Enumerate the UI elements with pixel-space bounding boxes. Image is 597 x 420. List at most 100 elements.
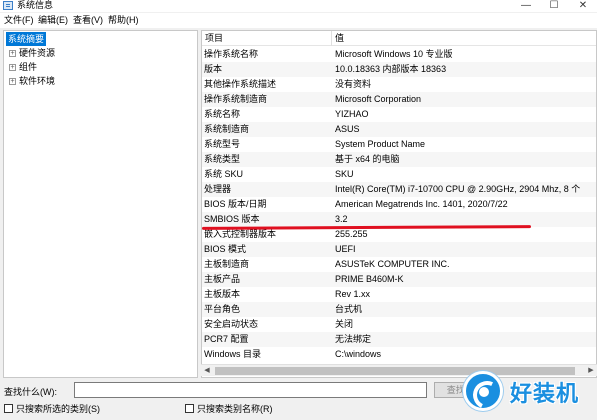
table-row[interactable]: 系统型号 System Product Name [202,137,596,152]
row-item-value: ASUS [335,124,360,134]
title-bar: 系统信息 — ☐ ✕ [0,0,597,12]
close-button[interactable]: ✕ [569,0,597,12]
maximize-button[interactable]: ☐ [540,0,568,12]
row-item-label: 其他操作系统描述 [204,79,277,89]
search-category-names-option[interactable]: 只搜索类别名称(R) [185,404,273,415]
tree-item-components[interactable]: + 组件 [9,60,37,74]
table-row[interactable]: 操作系统名称 Microsoft Windows 10 专业版 [202,47,596,62]
row-item-value: 10.0.18363 内部版本 18363 [335,64,447,74]
table-row[interactable]: 平台角色 台式机 [202,302,596,317]
table-row[interactable]: 主板制造商 ASUSTeK COMPUTER INC. [202,257,596,272]
row-item-label: 系统型号 [204,139,241,149]
table-row[interactable]: 版本 10.0.18363 内部版本 18363 [202,62,596,77]
column-divider[interactable] [331,31,332,46]
table-row[interactable]: Windows 目录 C:\windows [202,347,596,362]
watermark-logo-icon [463,371,503,411]
row-item-label: BIOS 版本/日期 [204,199,267,209]
find-input[interactable] [74,382,427,398]
row-item-value: Rev 1.xx [335,289,371,299]
plus-icon[interactable]: + [9,50,16,57]
tree-item-software-environment[interactable]: + 软件环境 [9,74,55,88]
row-item-label: 系统类型 [204,154,241,164]
tree-item-label: 硬件资源 [19,48,56,58]
row-item-label: 主板制造商 [204,259,250,269]
table-row[interactable]: 主板产品 PRIME B460M-K [202,272,596,287]
row-item-value: 3.2 [335,214,348,224]
row-item-label: BIOS 模式 [204,244,247,254]
table-row[interactable]: BIOS 版本/日期 American Megatrends Inc. 1401,… [202,197,596,212]
column-header-item[interactable]: 项目 [205,31,223,46]
row-item-value: 台式机 [335,304,363,314]
row-item-value: Intel(R) Core(TM) i7-10700 CPU @ 2.90GHz… [335,184,581,194]
menu-help[interactable]: 帮助(H) [108,13,139,28]
menu-view[interactable]: 查看(V) [73,13,103,28]
table-row[interactable]: 处理器 Intel(R) Core(TM) i7-10700 CPU @ 2.90… [202,182,596,197]
row-item-label: 操作系统名称 [204,49,259,59]
menu-edit[interactable]: 编辑(E) [38,13,68,28]
row-item-label: PCR7 配置 [204,334,249,344]
scroll-left-icon[interactable]: ◀ [201,365,213,377]
row-item-label: 系统制造商 [204,124,250,134]
menu-file[interactable]: 文件(F) [4,13,34,28]
table-row[interactable]: SMBIOS 版本 3.2 [202,212,596,227]
row-item-value: UEFI [335,244,356,254]
table-row[interactable]: 系统 SKU SKU [202,167,596,182]
table-row[interactable]: 主板版本 Rev 1.xx [202,287,596,302]
row-item-value: ASUSTeK COMPUTER INC. [335,259,450,269]
plus-icon[interactable]: + [9,64,16,71]
find-label: 查找什么(W): [4,387,57,397]
system-info-app-icon [3,1,13,10]
row-item-label: 版本 [204,64,223,74]
tree-item-label: 系统摘要 [8,34,45,44]
row-item-label: 平台角色 [204,304,241,314]
horizontal-scrollbar[interactable]: ◀ ▶ [201,364,597,376]
list-header: 项目 值 [202,31,596,46]
row-item-label: SMBIOS 版本 [204,214,260,224]
row-item-label: 安全启动状态 [204,319,259,329]
row-item-label: 处理器 [204,184,232,194]
checkbox[interactable] [185,404,194,413]
column-header-value[interactable]: 值 [335,31,344,46]
checkbox-label: 只搜索所选的类别(S) [16,404,100,414]
row-item-label: 操作系统制造商 [204,94,268,104]
row-item-value: 255.255 [335,229,368,239]
table-row[interactable]: 安全启动状态 关闭 [202,317,596,332]
scrollbar-thumb[interactable] [215,367,575,375]
row-item-label: Windows 目录 [204,349,262,359]
row-item-value: C:\windows [335,349,382,359]
row-item-value: 无法绑定 [335,334,372,344]
tree-item-system-summary[interactable]: 系统摘要 [6,32,47,46]
find-bar: 查找什么(W): 查找(D) 只搜索所选的类别(S) 只搜索类别名称(R) [0,378,597,420]
category-tree: 系统摘要 + 硬件资源 + 组件 + 软件环境 [3,30,198,378]
row-item-value: YIZHAO [335,109,369,119]
table-row[interactable]: 系统名称 YIZHAO [202,107,596,122]
table-row[interactable]: PCR7 配置 无法绑定 [202,332,596,347]
table-row[interactable]: BIOS 模式 UEFI [202,242,596,257]
row-item-label: 系统 SKU [204,169,244,179]
tree-item-hardware-resources[interactable]: + 硬件资源 [9,46,55,60]
scroll-right-icon[interactable]: ▶ [585,365,597,377]
row-item-value: Microsoft Corporation [335,94,422,104]
row-item-value: American Megatrends Inc. 1401, 2020/7/22 [335,199,508,209]
plus-icon[interactable]: + [9,78,16,85]
table-row[interactable]: 系统类型 基于 x64 的电脑 [202,152,596,167]
row-item-label: 主板产品 [204,274,241,284]
row-item-value: 没有资料 [335,79,372,89]
menu-bar: 文件(F) 编辑(E) 查看(V) 帮助(H) [0,13,597,28]
row-item-label: 主板版本 [204,289,241,299]
watermark-text: 好装机 [510,382,580,407]
row-item-value: System Product Name [335,139,426,149]
row-item-value: PRIME B460M-K [335,274,404,284]
table-row[interactable]: 系统制造商 ASUS [202,122,596,137]
minimize-button[interactable]: — [512,0,540,12]
row-item-value: Microsoft Windows 10 专业版 [335,49,453,59]
tree-item-label: 组件 [19,62,38,72]
window-title: 系统信息 [17,0,54,10]
search-selected-category-option[interactable]: 只搜索所选的类别(S) [4,404,100,415]
row-item-value: 关闭 [335,319,354,329]
row-item-value: SKU [335,169,354,179]
table-row[interactable]: 其他操作系统描述 没有资料 [202,77,596,92]
checkbox-label: 只搜索类别名称(R) [197,404,273,414]
checkbox[interactable] [4,404,13,413]
table-row[interactable]: 操作系统制造商 Microsoft Corporation [202,92,596,107]
